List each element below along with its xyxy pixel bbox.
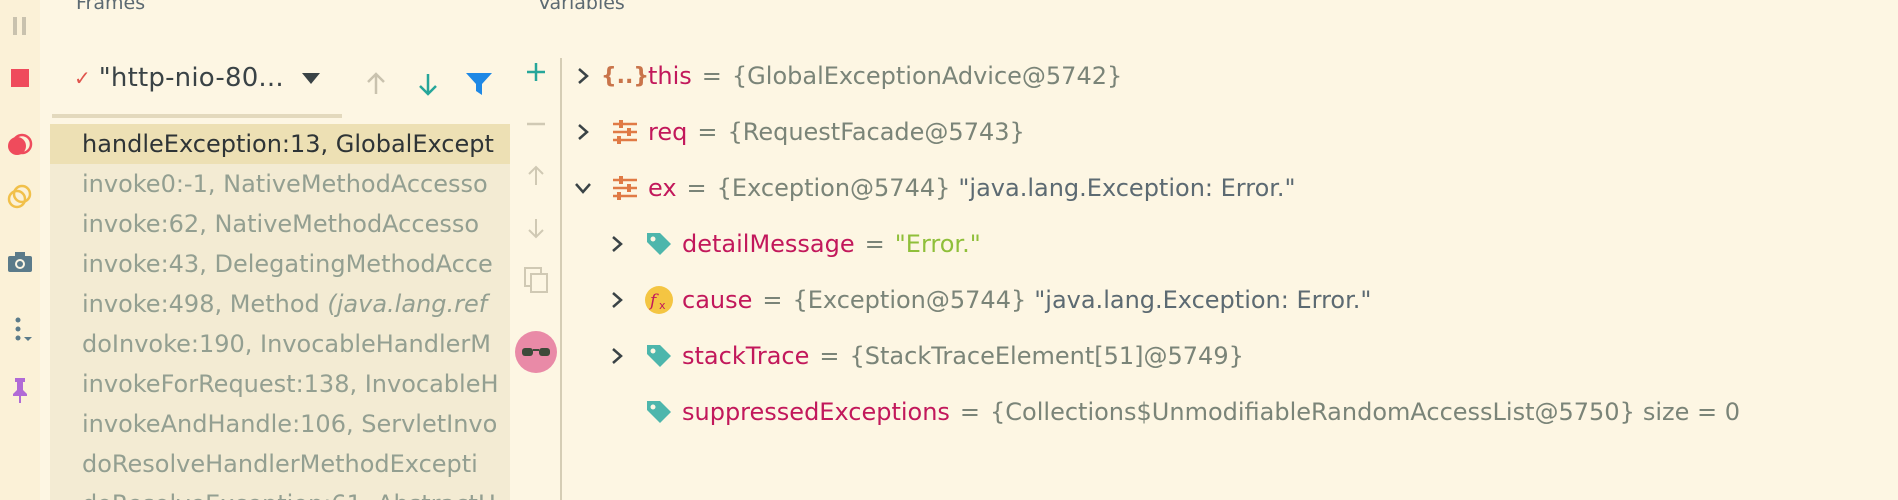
frames-header: Frames: [76, 0, 146, 14]
equals-sign: =: [959, 398, 981, 426]
frame-row[interactable]: invoke:43, DelegatingMethodAcce: [50, 244, 510, 284]
variable-row-ex[interactable]: ex = {Exception@5744} "java.lang.Excepti…: [572, 168, 1296, 208]
mute-breakpoints-icon[interactable]: [6, 182, 34, 210]
variables-header: Variables: [538, 0, 625, 14]
thread-selector[interactable]: ✓ "http-nio-80...: [50, 60, 340, 96]
variable-string: "java.lang.Exception: Error.": [1034, 286, 1372, 314]
filter-icon: [466, 73, 492, 95]
variable-row-detailMessage[interactable]: detailMessage = "Error.": [606, 224, 981, 264]
frame-row[interactable]: doInvoke:190, InvocableHandlerM: [50, 324, 510, 364]
chevron-right-icon[interactable]: [606, 347, 628, 365]
frame-row[interactable]: invoke:498, Method (java.lang.ref: [50, 284, 510, 324]
equals-sign: =: [697, 118, 718, 146]
variable-name: stackTrace: [682, 342, 810, 370]
pin-icon[interactable]: [6, 376, 34, 404]
pause-icon[interactable]: [6, 12, 34, 40]
variable-name: cause: [682, 286, 753, 314]
tag-icon: [644, 229, 674, 259]
variable-name: detailMessage: [682, 230, 855, 258]
variable-row-stackTrace[interactable]: stackTrace = {StackTraceElement[51]@5749…: [606, 336, 1244, 376]
frame-row[interactable]: doResolveHandlerMethodExcepti: [50, 444, 510, 484]
chevron-down-icon[interactable]: [572, 181, 594, 195]
equals-sign: =: [819, 342, 840, 370]
variable-value: {Exception@5744}: [792, 286, 1027, 314]
thread-name: "http-nio-80...: [98, 63, 284, 93]
copy-icon: [524, 267, 548, 293]
frame-row[interactable]: invoke:62, NativeMethodAccesso: [50, 204, 510, 244]
minus-icon: [527, 122, 545, 126]
variables-toolbar: [510, 40, 560, 500]
remove-watch-button[interactable]: [520, 108, 552, 140]
variable-value: {RequestFacade@5743}: [727, 118, 1025, 146]
plus-icon: [527, 63, 545, 81]
collection-size: size = 0: [1642, 398, 1741, 426]
variable-string: "java.lang.Exception: Error.": [958, 174, 1296, 202]
frame-package: (java.lang.ref: [327, 290, 488, 318]
frames-list: handleException:13, GlobalExcept invoke0…: [50, 124, 510, 500]
field-sliders-icon: [610, 117, 640, 147]
variable-row-cause[interactable]: fx cause = {Exception@5744} "java.lang.E…: [606, 280, 1371, 320]
camera-icon[interactable]: [6, 248, 34, 276]
equals-sign: =: [864, 230, 885, 258]
move-down-button[interactable]: [520, 212, 552, 244]
previous-frame-button[interactable]: [362, 70, 390, 102]
frame-row[interactable]: invoke0:-1, NativeMethodAccesso: [50, 164, 510, 204]
function-icon: fx: [644, 285, 674, 315]
frame-row[interactable]: handleException:13, GlobalExcept: [50, 124, 510, 164]
tag-icon: [644, 341, 674, 371]
variable-value: {StackTraceElement[51]@5749}: [849, 342, 1244, 370]
arrow-down-icon: [419, 74, 437, 96]
copy-button[interactable]: [520, 264, 552, 296]
frame-text: invoke:498, Method: [82, 290, 328, 318]
variable-row-req[interactable]: req = {RequestFacade@5743}: [572, 112, 1025, 152]
filter-button[interactable]: [464, 70, 494, 102]
next-frame-button[interactable]: [414, 70, 442, 102]
equals-sign: =: [762, 286, 783, 314]
watches-glasses-button[interactable]: [514, 330, 558, 374]
arrow-down-icon: [528, 219, 544, 239]
variable-value: {Exception@5744}: [716, 174, 951, 202]
chevron-right-icon[interactable]: [572, 67, 594, 85]
variable-value: "Error.": [894, 230, 981, 258]
variable-name: req: [648, 118, 688, 146]
arrow-up-icon: [367, 72, 385, 94]
variable-name: suppressedExceptions: [682, 398, 950, 426]
variable-value: {GlobalExceptionAdvice@5742}: [731, 62, 1123, 90]
glasses-icon: [515, 331, 557, 373]
variable-row-this[interactable]: {..} this = {GlobalExceptionAdvice@5742}: [572, 56, 1122, 96]
variable-row-suppressedExceptions[interactable]: suppressedExceptions = {Collections$Unmo…: [644, 392, 1740, 432]
move-up-button[interactable]: [520, 160, 552, 192]
chevron-right-icon[interactable]: [572, 123, 594, 141]
object-braces-icon: {..}: [600, 63, 650, 89]
stop-icon[interactable]: [6, 64, 34, 92]
chevron-right-icon[interactable]: [606, 235, 628, 253]
frame-row[interactable]: invokeForRequest:138, InvocableH: [50, 364, 510, 404]
add-watch-button[interactable]: [520, 56, 552, 88]
thread-underline: [52, 114, 342, 118]
equals-sign: =: [686, 174, 707, 202]
chevron-right-icon[interactable]: [606, 291, 628, 309]
panel-divider: [560, 58, 562, 500]
svg-text:x: x: [659, 299, 666, 312]
frame-row[interactable]: invokeAndHandle:106, ServletInvo: [50, 404, 510, 444]
variable-value: {Collections$UnmodifiableRandomAccessLis…: [990, 398, 1635, 426]
arrow-up-icon: [528, 165, 544, 185]
debug-toolbar: [0, 0, 40, 500]
check-icon: ✓: [74, 66, 91, 90]
frame-row[interactable]: doResolveException:61, AbstractH: [50, 484, 510, 500]
tag-icon: [644, 397, 674, 427]
chevron-down-icon: [301, 72, 320, 84]
variable-name: this: [648, 62, 692, 90]
field-sliders-icon: [610, 173, 640, 203]
equals-sign: =: [701, 62, 722, 90]
breakpoints-icon[interactable]: [6, 130, 34, 158]
variable-name: ex: [648, 174, 677, 202]
more-icon[interactable]: [6, 316, 34, 344]
